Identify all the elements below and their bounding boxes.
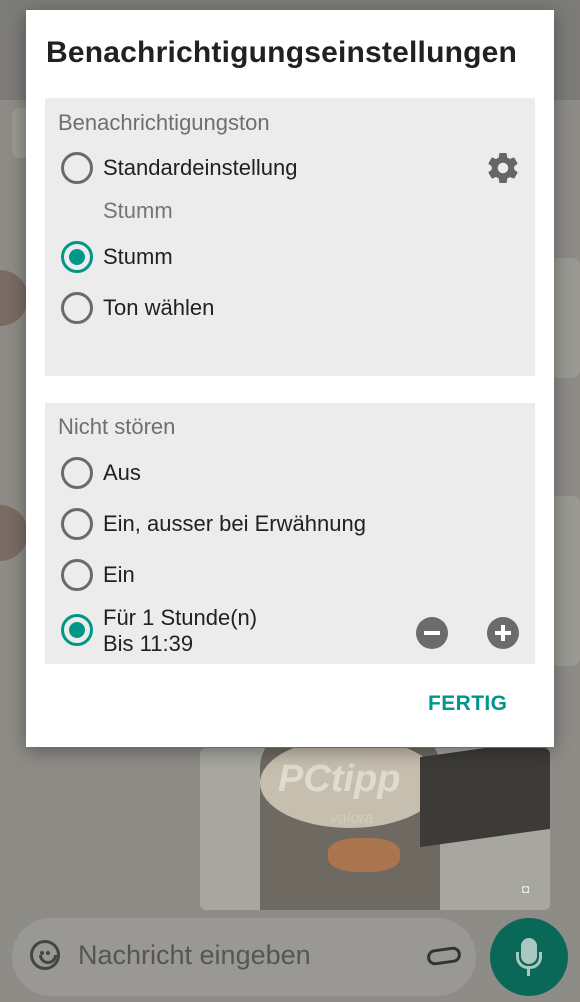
photo-logo <box>328 838 400 872</box>
photo-message[interactable]: PCtipp valora ◘ <box>200 748 550 910</box>
do-not-disturb-section: Nicht stören Aus Ein, ausser bei Erwähnu… <box>45 403 535 664</box>
mic-stand <box>516 952 542 969</box>
gear-icon[interactable] <box>485 150 521 186</box>
option-label: Ton wählen <box>103 295 215 320</box>
photo-brand: PCtipp <box>278 758 401 800</box>
mic-button[interactable] <box>490 918 568 996</box>
photo-foil <box>420 748 550 848</box>
emoji-icon[interactable] <box>30 940 60 970</box>
option-label: Stumm <box>103 244 173 269</box>
radio-button[interactable] <box>61 152 93 184</box>
option-label: Standardeinstellung <box>103 155 298 180</box>
section-header-tone: Benachrichtigungston <box>58 110 270 135</box>
dialog-title: Benachrichtigungseinstellungen <box>46 36 518 69</box>
message-input[interactable]: Nachricht eingeben <box>78 940 311 971</box>
photo-brand-sub: valora <box>330 810 374 827</box>
option-label: Für 1 Stunde(n) <box>103 605 258 630</box>
radio-button-checked[interactable] <box>61 241 93 273</box>
option-label: Ein <box>103 562 135 587</box>
radio-button[interactable] <box>61 559 93 591</box>
camera-icon: ◘ <box>522 882 530 896</box>
radio-button[interactable] <box>61 508 93 540</box>
notification-settings-dialog: Benachrichtigungseinstellungen Benachric… <box>26 10 554 747</box>
section-header-dnd: Nicht stören <box>58 414 176 439</box>
done-button[interactable]: FERTIG <box>428 692 507 716</box>
option-sublabel: Stumm <box>103 198 173 223</box>
notification-tone-section: Benachrichtigungston Standardeinstellung… <box>45 98 535 376</box>
option-label: Aus <box>103 460 141 485</box>
radio-button-checked[interactable] <box>61 614 93 646</box>
radio-button[interactable] <box>61 457 93 489</box>
radio-button[interactable] <box>61 292 93 324</box>
mic-base <box>527 968 530 976</box>
plus-circle-icon[interactable] <box>487 617 519 649</box>
option-sublabel: Bis 11:39 <box>103 631 194 656</box>
minus-circle-icon[interactable] <box>416 617 448 649</box>
option-label: Ein, ausser bei Erwähnung <box>103 511 366 536</box>
